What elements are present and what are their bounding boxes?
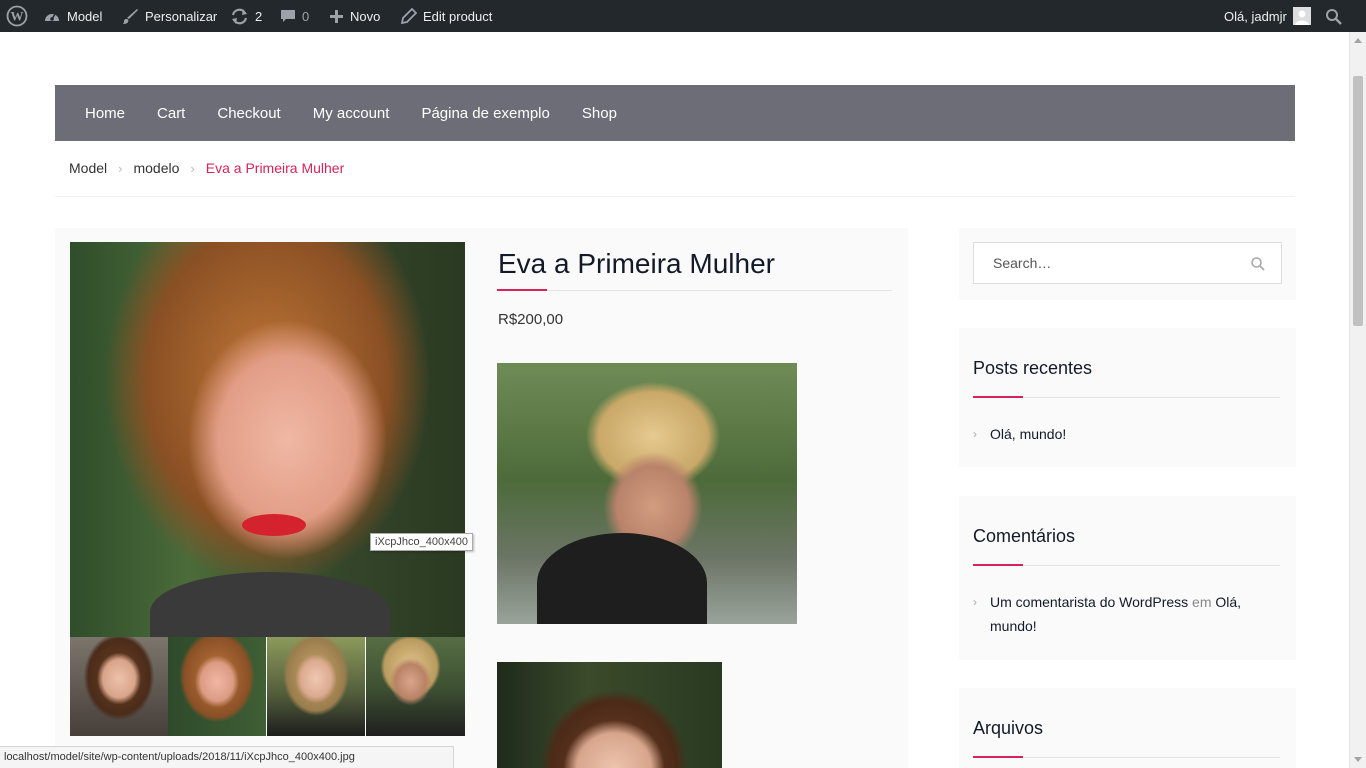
- photo-detail: [537, 533, 707, 624]
- search-input[interactable]: [974, 243, 1244, 283]
- main-navigation: Home Cart Checkout My account Página de …: [55, 85, 1295, 141]
- photo-detail: [242, 514, 306, 536]
- admin-search-button[interactable]: [1325, 0, 1342, 32]
- widget-accent-bar: [973, 396, 1023, 398]
- nav-item-shop[interactable]: Shop: [582, 105, 617, 122]
- page-scrollbar[interactable]: [1349, 32, 1366, 768]
- photo-detail: [150, 572, 390, 637]
- breadcrumb-chevron-icon: ›: [190, 160, 195, 176]
- archives-title: Arquivos: [973, 718, 1044, 738]
- recent-comment-item: › Um comentarista do WordPress em Olá, m…: [973, 590, 1253, 638]
- my-account-menu[interactable]: Olá, jadmjr: [1224, 0, 1311, 32]
- comment-bubble-icon: [281, 9, 295, 22]
- breadcrumb-chevron-icon: ›: [118, 160, 123, 176]
- pencil-icon: [401, 8, 417, 24]
- svg-text:W: W: [11, 9, 24, 24]
- breadcrumb-current: Eva a Primeira Mulher: [205, 160, 345, 176]
- comments-button[interactable]: 0: [280, 0, 309, 32]
- image-tooltip: iXcpJhco_400x400: [370, 533, 473, 551]
- scroll-down-arrow-icon[interactable]: [1354, 757, 1362, 762]
- customize-label: Personalizar: [145, 8, 218, 24]
- nav-item-checkout[interactable]: Checkout: [217, 105, 280, 122]
- comment-post-link-cont[interactable]: mundo!: [990, 618, 1037, 634]
- product-thumbnail[interactable]: [267, 637, 365, 736]
- scroll-up-arrow-icon[interactable]: [1354, 38, 1362, 43]
- chevron-right-icon: ›: [973, 595, 977, 609]
- comment-author-link[interactable]: Um comentarista do WordPress: [990, 594, 1188, 610]
- widget-accent-bar: [973, 756, 1023, 758]
- breadcrumb-divider: [55, 196, 1295, 197]
- customize-button[interactable]: Personalizar: [122, 0, 217, 32]
- search-icon[interactable]: [1250, 256, 1266, 272]
- product-thumbnail[interactable]: [168, 637, 266, 736]
- site-name-menu[interactable]: Model: [43, 0, 102, 32]
- comment-post-link[interactable]: Olá,: [1215, 594, 1241, 610]
- browser-status-bar: localhost/model/site/wp-content/uploads/…: [0, 746, 454, 768]
- new-content-button[interactable]: Novo: [329, 0, 380, 32]
- product-title: Eva a Primeira Mulher: [498, 248, 775, 279]
- comments-title: Comentários: [973, 526, 1076, 546]
- recent-post-link[interactable]: Olá, mundo!: [973, 422, 1066, 446]
- title-divider: [498, 290, 892, 291]
- greeting-label: Olá, jadmjr: [1224, 8, 1287, 24]
- breadcrumb: Model › modelo › Eva a Primeira Mulher: [69, 158, 344, 178]
- paintbrush-icon: [123, 8, 138, 24]
- description-image: [497, 363, 797, 624]
- chevron-right-icon: ›: [973, 427, 977, 441]
- wordpress-icon: W: [6, 5, 28, 27]
- avatar: [1292, 7, 1311, 25]
- comments-count: 0: [302, 8, 310, 24]
- nav-item-sample-page[interactable]: Página de exemplo: [421, 105, 549, 122]
- admin-bar: W Model Personalizar 2 0 Novo Edit produ…: [0, 0, 1366, 32]
- updates-count: 2: [255, 8, 263, 24]
- title-accent-bar: [497, 289, 547, 291]
- wordpress-logo-button[interactable]: W: [6, 0, 28, 32]
- nav-item-cart[interactable]: Cart: [157, 105, 185, 122]
- product-thumbnail[interactable]: [366, 637, 465, 736]
- comment-text: Um comentarista do WordPress em Olá, mun…: [973, 590, 1253, 638]
- product-thumbnail[interactable]: [70, 637, 168, 736]
- breadcrumb-item-category[interactable]: modelo: [133, 160, 179, 176]
- edit-product-button[interactable]: Edit product: [401, 0, 492, 32]
- search-form: [973, 242, 1282, 284]
- nav-item-home[interactable]: Home: [85, 105, 125, 122]
- updates-refresh-icon: [231, 8, 248, 24]
- scrollbar-thumb[interactable]: [1353, 76, 1363, 326]
- comment-connector: em: [1192, 594, 1212, 610]
- site-name-label: Model: [67, 8, 103, 24]
- edit-product-label: Edit product: [423, 8, 493, 24]
- dashboard-gauge-icon: [45, 13, 59, 21]
- product-main-image[interactable]: [70, 242, 465, 637]
- breadcrumb-item-home[interactable]: Model: [69, 160, 107, 176]
- widget-accent-bar: [973, 564, 1023, 566]
- plus-icon: [330, 9, 343, 23]
- updates-button[interactable]: 2: [230, 0, 262, 32]
- nav-item-my-account[interactable]: My account: [313, 105, 390, 122]
- product-price: R$200,00: [498, 311, 564, 328]
- search-icon: [1326, 8, 1342, 25]
- recent-posts-title: Posts recentes: [973, 358, 1093, 378]
- recent-post-item: › Olá, mundo!: [973, 422, 1066, 446]
- new-label: Novo: [350, 8, 381, 24]
- description-image: [497, 662, 722, 768]
